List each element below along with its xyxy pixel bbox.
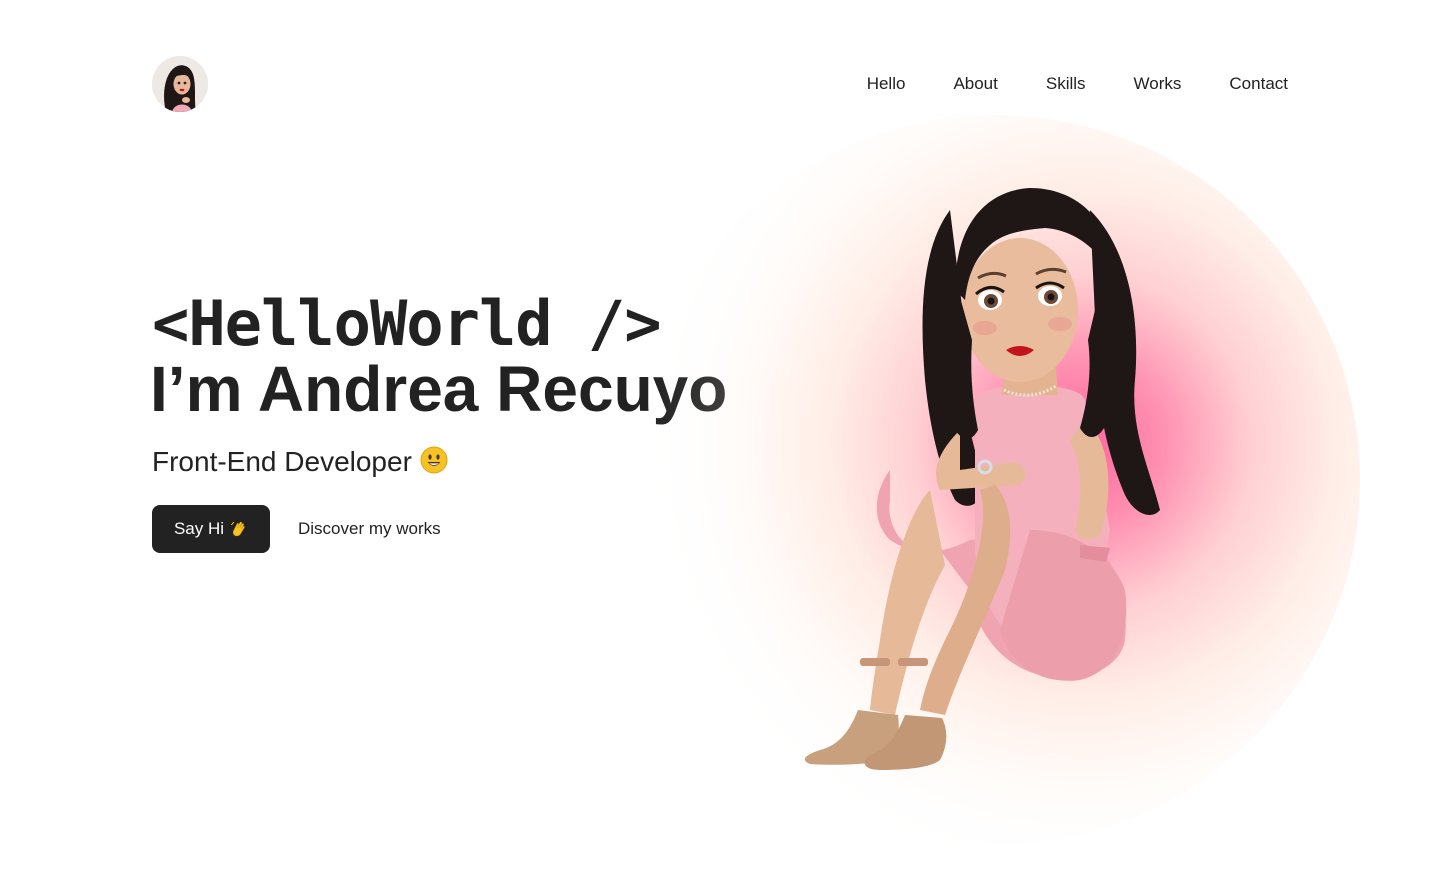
say-hi-label: Say Hi [173,519,225,538]
nav-hello[interactable]: Hello [867,72,906,96]
smiley-emoji-icon [420,446,448,474]
hero-role: Front-End Developer [152,444,448,480]
nav-contact[interactable]: Contact [1229,72,1288,96]
nav-about[interactable]: About [953,72,997,96]
hero-role-text: Front-End Developer [152,446,412,477]
page: Hello About Skills Works Contact <HelloW… [0,0,1440,877]
avatar-icon [152,56,208,112]
avatar-illustration [804,188,1160,770]
nav-skills[interactable]: Skills [1046,72,1086,96]
say-hi-button[interactable]: Say Hi [152,505,270,553]
waving-hand-icon [231,521,245,537]
nav-works[interactable]: Works [1134,72,1182,96]
avatar-logo[interactable] [152,56,208,112]
main-nav: Hello About Skills Works Contact [819,72,1288,96]
discover-works-link[interactable]: Discover my works [298,517,441,541]
hero-code-heading: <HelloWorld /> [152,287,662,360]
